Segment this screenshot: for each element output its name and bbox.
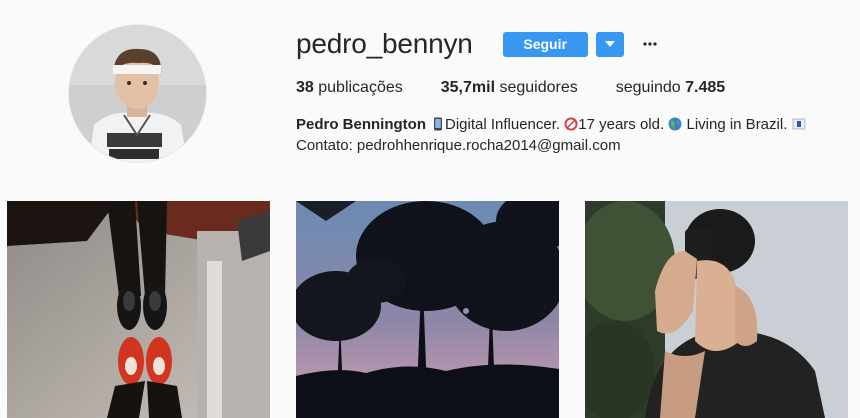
photo-sunset-trees [296,201,559,418]
followers-count: 35,7mil [440,79,496,96]
posts-label: publicações [318,79,403,96]
post-thumbnail[interactable] [296,201,559,418]
profile-header: pedro_bennyn Seguir 38 publicações 35,7m… [296,26,836,154]
profile-stats: 38 publicações 35,7mil seguidores seguin… [296,78,763,98]
posts-count: 38 [296,79,314,96]
following-label: seguindo [615,79,681,96]
following-stat[interactable]: seguindo 7.485 [616,78,725,98]
post-thumbnail[interactable] [7,201,270,418]
profile-full-name: Pedro Bennington [296,116,426,133]
photo-selfie-phone [585,201,848,418]
more-options-button[interactable] [638,32,662,56]
bio-text-3: Living in Brazil. [686,116,788,133]
profile-title-row: pedro_bennyn Seguir [296,26,836,62]
followers-stat[interactable]: 35,7mil seguidores [441,78,578,98]
bio-contact: Contato: pedrohhenrique.rocha2014@gmail.… [296,137,621,154]
mobile-phone-emoji [434,117,442,131]
posts-stat: 38 publicações [296,78,403,98]
following-count: 7.485 [685,79,726,96]
post-thumbnail[interactable] [585,201,848,418]
caret-down-icon [604,41,615,47]
profile-bio: Pedro Bennington Digital Influencer. 17 y… [296,114,806,156]
follow-dropdown-button[interactable] [595,31,624,57]
bio-line: Pedro Bennington Digital Influencer. 17 y… [296,114,806,135]
avatar-image [69,25,206,162]
globe-emoji [668,117,682,131]
profile-avatar[interactable] [69,25,206,162]
follow-button[interactable]: Seguir [502,31,588,57]
bio-text-2: 17 years old. [578,116,665,133]
photo-sneakers [7,201,270,418]
ellipsis-icon [643,42,657,46]
bio-text-1: Digital Influencer. [445,116,561,133]
no-under-18-emoji [564,117,578,131]
followers-label: seguidores [499,79,578,96]
profile-username: pedro_bennyn [296,28,473,59]
flag-emoji [792,118,805,130]
